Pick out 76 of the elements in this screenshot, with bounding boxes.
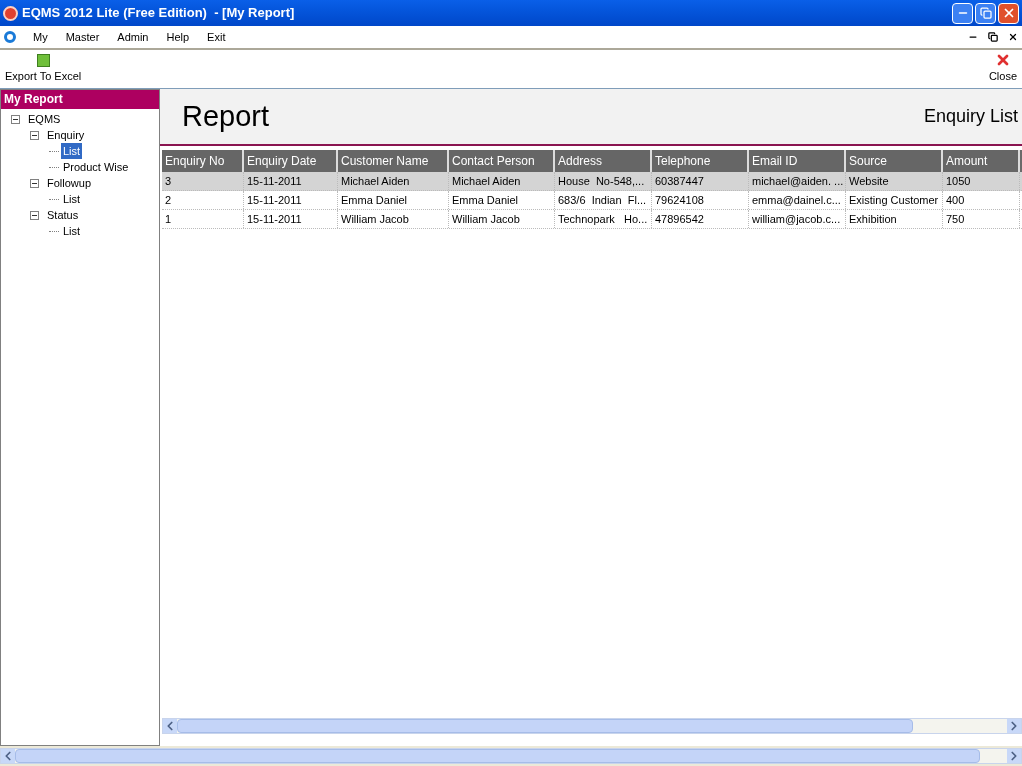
table-cell: 60387447 <box>652 172 749 190</box>
tree-item[interactable]: List <box>61 142 83 160</box>
tree-item[interactable]: List <box>61 222 83 240</box>
column-header[interactable]: Amount <box>943 150 1020 172</box>
table-cell: michael@aiden. ... <box>749 172 846 190</box>
scroll-right-icon[interactable] <box>1007 749 1021 763</box>
export-to-excel-button[interactable]: Export To Excel <box>5 53 82 84</box>
sidebar-header: My Report <box>1 90 159 109</box>
menu-item[interactable]: Exit <box>198 28 235 46</box>
table-cell: Existing Customer <box>846 191 943 209</box>
collapse-icon[interactable] <box>30 130 39 140</box>
table-cell: emma@dainel.c... <box>749 191 846 209</box>
column-header[interactable]: Customer Name <box>338 150 449 172</box>
report-heading: Report <box>182 98 270 134</box>
table-row[interactable]: 2 15-11-2011 Emma Daniel Emma Daniel 683/6 Indian Fl... 79624108 emma@dainel.c... Existing Customer 400 <box>162 191 1022 210</box>
minimize-icon[interactable] <box>952 2 973 24</box>
table-row[interactable]: 3 15-11-2011 Michael Aiden Michael Aiden House No-548,... 60387447 michael@aiden. ... Website 1050 <box>162 172 1022 191</box>
table-row[interactable]: 1 15-11-2011 William Jacob William Jacob Technopark Ho... 47896542 william@jacob.c... Exhibition 750 <box>162 210 1022 229</box>
window-title: EQMS 2012 Lite (Free Edition) - [My Report] <box>22 4 295 23</box>
app-menu-icon[interactable] <box>4 31 16 43</box>
column-header[interactable]: Enquiry Date <box>244 150 338 172</box>
menu-item[interactable]: Admin <box>108 28 158 46</box>
table-cell: Emma Daniel <box>338 191 449 209</box>
column-header[interactable]: Telephone <box>652 150 749 172</box>
scrollbar-thumb[interactable] <box>15 749 980 763</box>
table-cell: Technopark Ho... <box>555 210 652 228</box>
spreadsheet-icon <box>36 53 50 67</box>
tree-item[interactable]: Followup <box>45 174 94 192</box>
column-header[interactable]: Source <box>846 150 943 172</box>
table-cell: 2 <box>162 191 244 209</box>
table-cell: 79624108 <box>652 191 749 209</box>
restore-icon[interactable] <box>988 32 998 42</box>
collapse-icon[interactable] <box>30 178 39 188</box>
table-cell: 750 <box>943 210 1020 228</box>
scroll-left-icon[interactable] <box>1 749 15 763</box>
report-subtitle: Enquiry List <box>923 105 1018 128</box>
column-header[interactable]: Enquiry No <box>162 150 244 172</box>
collapse-icon[interactable] <box>11 114 20 124</box>
column-header[interactable]: Address <box>555 150 652 172</box>
table-cell: William Jacob <box>338 210 449 228</box>
table-cell: william@jacob.c... <box>749 210 846 228</box>
table-cell: 47896542 <box>652 210 749 228</box>
tree-item[interactable]: EQMS <box>26 110 63 128</box>
scroll-left-icon[interactable] <box>163 719 177 733</box>
table-cell: William Jacob <box>449 210 555 228</box>
scroll-right-icon[interactable] <box>1007 719 1021 733</box>
table-cell: 1 <box>162 210 244 228</box>
table-cell: 15-11-2011 <box>244 172 338 190</box>
app-logo-icon <box>3 5 18 21</box>
close-button[interactable]: Close <box>988 51 1017 84</box>
table-cell: 3 <box>162 172 244 190</box>
table-cell: Exhibition <box>846 210 943 228</box>
table-cell: Michael Aiden <box>449 172 555 190</box>
collapse-icon[interactable] <box>30 210 39 220</box>
table-cell: 400 <box>943 191 1020 209</box>
tree-item[interactable]: Status <box>45 206 81 224</box>
table-cell: 1050 <box>943 172 1020 190</box>
tree-item[interactable]: List <box>61 190 83 208</box>
tree-item[interactable]: Enquiry <box>45 126 87 144</box>
tree-item[interactable]: Product Wise <box>61 158 131 176</box>
menu-item[interactable]: Help <box>157 28 199 46</box>
table-cell: 683/6 Indian Fl... <box>555 191 652 209</box>
close-icon[interactable] <box>1008 32 1018 42</box>
table-cell: Michael Aiden <box>338 172 449 190</box>
scrollbar-thumb[interactable] <box>177 719 913 733</box>
table-cell: 15-11-2011 <box>244 210 338 228</box>
menu-item[interactable]: My <box>24 28 57 46</box>
horizontal-scrollbar[interactable] <box>162 718 1022 734</box>
table-cell: 15-11-2011 <box>244 191 338 209</box>
horizontal-scrollbar[interactable] <box>0 748 1022 764</box>
table-cell: Website <box>846 172 943 190</box>
column-header[interactable]: Email ID <box>749 150 846 172</box>
table-cell: House No-548,... <box>555 172 652 190</box>
table-cell: Emma Daniel <box>449 191 555 209</box>
column-header[interactable]: Contact Person <box>449 150 555 172</box>
menu-item[interactable]: Master <box>56 28 109 46</box>
